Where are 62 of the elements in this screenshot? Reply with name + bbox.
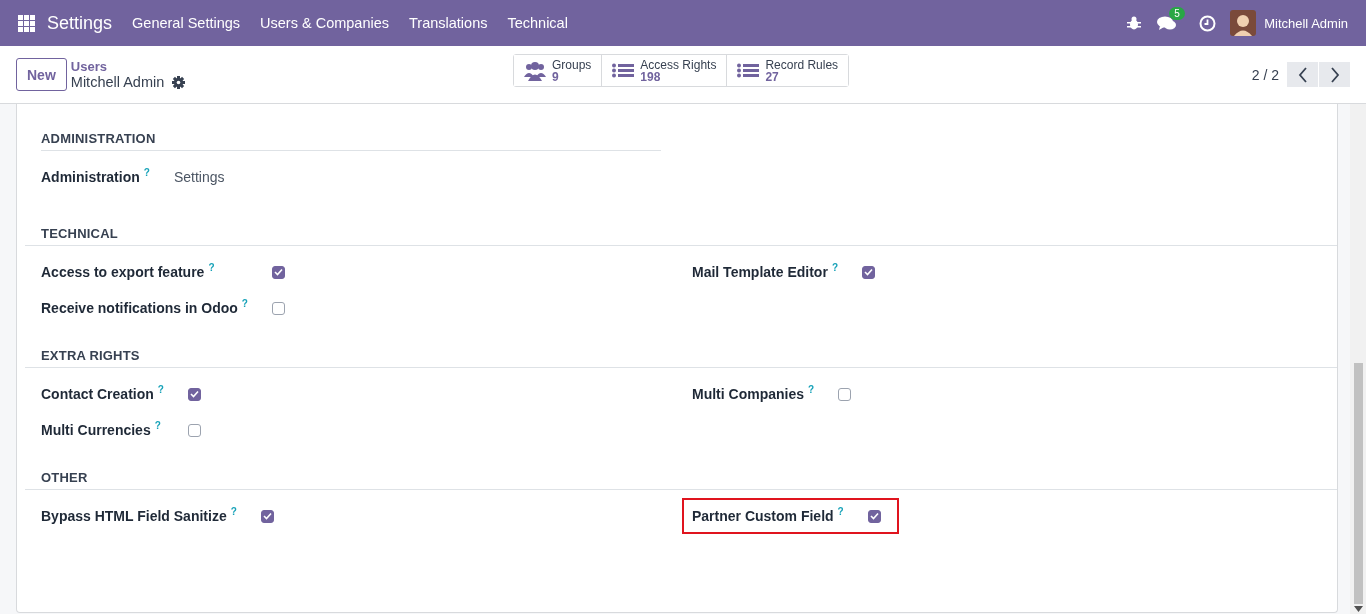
menu-item[interactable]: General Settings — [122, 15, 251, 31]
scrollbar-thumb[interactable] — [1353, 363, 1363, 604]
menu-item[interactable]: Translations — [399, 15, 498, 31]
app-title[interactable]: Settings — [47, 12, 113, 34]
checkbox[interactable] — [271, 301, 285, 315]
field-label: Multi Companies $^{?}$ — [692, 384, 815, 404]
section-heading: ADMINISTRATION — [41, 131, 661, 151]
record-title: Mitchell Admin — [70, 74, 165, 90]
group-icon — [524, 60, 546, 81]
help-tooltip[interactable]: ? — [154, 419, 161, 431]
field-label: Mail Template Editor $^{?}$ — [692, 262, 838, 282]
checkbox[interactable] — [260, 509, 274, 523]
field-label: Access to export feature $^{?}$ — [41, 262, 216, 282]
menu-item[interactable]: Technical — [497, 15, 578, 31]
field-label: Bypass HTML Field Sanitize $^{?}$ — [41, 506, 237, 526]
help-tooltip[interactable]: ? — [157, 383, 164, 395]
field-value: Settings — [173, 169, 225, 185]
help-tooltip[interactable]: ? — [241, 297, 248, 309]
help-tooltip[interactable]: ? — [831, 261, 838, 273]
help-tooltip[interactable]: ? — [837, 505, 844, 517]
section-heading: TECHNICAL — [25, 226, 1337, 246]
checkbox[interactable] — [838, 387, 852, 401]
list-icon — [737, 62, 760, 79]
smart-button[interactable]: Groups 9 — [514, 55, 603, 86]
previous-button[interactable] — [1287, 62, 1318, 87]
user-avatar-icon[interactable] — [1230, 10, 1257, 36]
check-icon — [273, 268, 283, 276]
field-label: Contact Creation $^{?}$ — [41, 384, 164, 404]
message-count-badge: 5 — [1169, 7, 1185, 20]
checkbox[interactable] — [271, 265, 285, 279]
gear-icon[interactable] — [172, 75, 186, 89]
apps-menu-icon[interactable] — [18, 14, 35, 32]
checkbox[interactable] — [187, 423, 201, 437]
bug-icon[interactable] — [1127, 16, 1142, 30]
chevron-left-icon — [1297, 66, 1308, 83]
field-label: Multi Currencies $^{?}$ — [41, 420, 162, 440]
checkbox[interactable] — [867, 509, 881, 523]
next-button[interactable] — [1319, 62, 1350, 87]
help-tooltip[interactable]: ? — [208, 261, 215, 273]
chevron-right-icon — [1329, 66, 1340, 83]
check-icon — [189, 390, 199, 398]
field-label: Partner Custom Field $^{?}$ — [692, 506, 844, 526]
check-icon — [864, 268, 873, 276]
help-tooltip[interactable]: ? — [230, 505, 237, 517]
help-tooltip[interactable]: ? — [808, 383, 815, 395]
breadcrumb-link[interactable]: Users — [70, 59, 186, 74]
user-name[interactable]: Mitchell Admin — [1264, 15, 1348, 31]
list-icon — [612, 62, 635, 79]
field-label: Receive notifications in Odoo $^{?}$ — [41, 298, 248, 318]
chat-icon[interactable] — [1157, 15, 1178, 31]
field-label: Administration $^{?}$ — [41, 167, 150, 187]
help-tooltip[interactable]: ? — [143, 166, 150, 178]
new-button[interactable]: New — [16, 58, 67, 91]
clock-icon[interactable] — [1199, 14, 1217, 32]
section-heading: OTHER — [25, 470, 1337, 490]
menu-item[interactable]: Users & Companies — [250, 15, 399, 31]
check-icon — [869, 512, 879, 520]
checkbox[interactable] — [187, 387, 201, 401]
pager-value: 2 / 2 — [1251, 66, 1279, 83]
checkbox[interactable] — [862, 265, 875, 279]
section-heading: EXTRA RIGHTS — [25, 348, 1337, 368]
check-icon — [262, 512, 272, 520]
